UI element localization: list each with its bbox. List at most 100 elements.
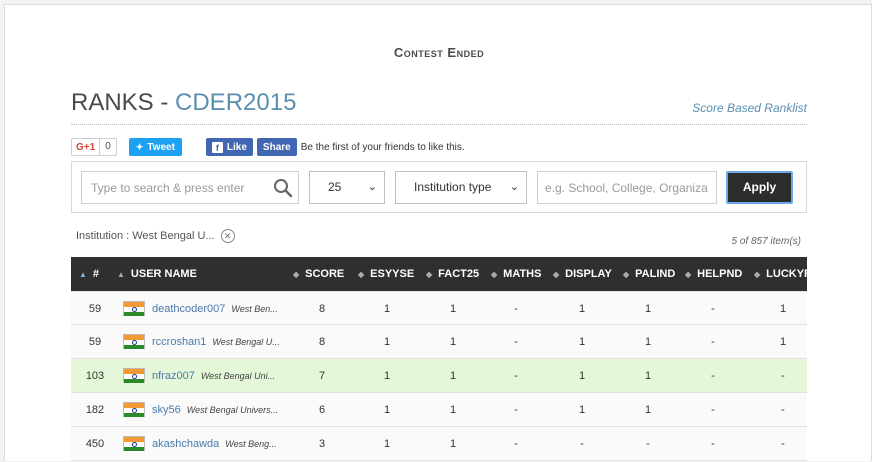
cell-fact25: 1 xyxy=(449,303,457,315)
title-row: RANKS - CDER2015 Score Based Ranklist xyxy=(71,89,807,125)
cell-fact25: 1 xyxy=(449,370,457,382)
cell-display: 1 xyxy=(578,336,586,348)
fb-share-label: Share xyxy=(262,141,291,153)
username-link[interactable]: deathcoder007 xyxy=(152,303,225,315)
user-cell: deathcoder007 West Ben... xyxy=(152,292,278,326)
cell-luckyr: - xyxy=(781,370,785,382)
sort-icon: ◆ xyxy=(754,270,761,279)
username-link[interactable]: sky56 xyxy=(152,404,181,416)
contest-code-link[interactable]: CDER2015 xyxy=(175,89,296,116)
remove-filter-icon[interactable]: ✕ xyxy=(220,229,235,243)
cell-luckyr: - xyxy=(781,404,785,416)
active-filter-label: Institution : West Bengal U... xyxy=(76,230,215,242)
cell-fact25: 1 xyxy=(449,404,457,416)
fb-like-label: Like xyxy=(226,141,247,153)
items-count: 5 of 857 item(s) xyxy=(731,236,801,247)
column-header-rank[interactable]: ▲ # xyxy=(79,257,99,291)
gplus-label: G+1 xyxy=(76,141,96,153)
chevron-down-icon: ⌄ xyxy=(367,181,377,193)
cell-score: 7 xyxy=(318,370,326,382)
sort-icon: ◆ xyxy=(358,270,365,279)
username-link[interactable]: nfraz007 xyxy=(152,370,195,382)
page-size-select[interactable]: 25 ⌄ xyxy=(309,171,385,204)
facebook-like-button[interactable]: f Like xyxy=(205,138,253,156)
cell-score: 8 xyxy=(318,303,326,315)
cell-display: 1 xyxy=(578,370,586,382)
gplus-button[interactable]: G+1 0 xyxy=(71,138,117,156)
institution-type-select[interactable]: Institution type ⌄ xyxy=(395,171,527,204)
india-flag-icon xyxy=(123,334,145,349)
cell-display: 1 xyxy=(578,404,586,416)
column-header-luckyr[interactable]: ◆LUCKYR xyxy=(754,257,807,291)
cell-rank: 450 xyxy=(85,438,105,450)
cell-luckyr: - xyxy=(781,438,785,450)
search-input[interactable] xyxy=(82,172,262,203)
sort-icon: ◆ xyxy=(426,270,433,279)
twitter-bird-icon: ✦ xyxy=(135,141,144,152)
user-institution: West Bengal Uni... xyxy=(200,371,276,381)
table-row: 59 8 1 1 - 1 1 - 1 rccroshan1 West Bengal U... xyxy=(71,325,807,359)
india-flag-icon xyxy=(123,301,145,316)
cell-esyyse: 1 xyxy=(383,370,391,382)
table-row: 59 8 1 1 - 1 1 - 1 deathcoder007 West Ben... xyxy=(71,291,807,325)
cell-fact25: 1 xyxy=(449,336,457,348)
user-cell: akashchawda West Beng... xyxy=(152,427,277,461)
user-institution: West Beng... xyxy=(225,439,277,449)
tweet-button[interactable]: ✦ Tweet xyxy=(128,138,182,156)
cell-esyyse: 1 xyxy=(383,438,391,450)
facebook-like-text: Be the first of your friends to like thi… xyxy=(300,141,465,153)
sort-icon: ◆ xyxy=(293,270,300,279)
cell-palind: - xyxy=(646,438,650,450)
column-header-username[interactable]: ▲︎ USER NAME xyxy=(117,257,197,291)
cell-rank: 59 xyxy=(88,303,102,315)
column-header-palind[interactable]: ◆ PALIND xyxy=(623,257,675,291)
institution-type-value: Institution type xyxy=(414,180,492,194)
score-based-ranklist-link[interactable]: Score Based Ranklist xyxy=(692,101,807,115)
user-cell: nfraz007 West Bengal Uni... xyxy=(152,359,275,393)
india-flag-icon xyxy=(123,368,145,383)
column-header-maths[interactable]: ◆ MATHS xyxy=(491,257,541,291)
cell-maths: - xyxy=(514,404,518,416)
table-row: 103 7 1 1 - 1 1 - - nfraz007 West Bengal Uni... xyxy=(71,359,807,393)
search-icon[interactable] xyxy=(273,178,293,198)
sort-asc-icon: ▲ xyxy=(79,270,87,279)
column-header-fact25[interactable]: ◆ FACT25 xyxy=(426,257,479,291)
title-prefix: RANKS - xyxy=(71,89,176,116)
cell-display: 1 xyxy=(578,303,586,315)
cell-helpnd: - xyxy=(711,404,715,416)
username-link[interactable]: rccroshan1 xyxy=(152,336,206,348)
cell-maths: - xyxy=(514,336,518,348)
user-cell: sky56 West Bengal Univers... xyxy=(152,393,278,427)
cell-score: 3 xyxy=(318,438,326,450)
cell-helpnd: - xyxy=(711,438,715,450)
cell-rank: 103 xyxy=(85,370,105,382)
cell-display: - xyxy=(580,438,584,450)
column-header-helpnd[interactable]: ◆ HELPND xyxy=(685,257,742,291)
user-institution: West Bengal Univers... xyxy=(186,405,279,415)
search-box xyxy=(81,171,299,204)
cell-luckyr: 1 xyxy=(779,303,787,315)
cell-esyyse: 1 xyxy=(383,404,391,416)
column-header-display[interactable]: ◆ DISPLAY xyxy=(553,257,612,291)
facebook-share-button[interactable]: Share xyxy=(256,138,297,156)
apply-button[interactable]: Apply xyxy=(726,171,793,204)
institution-box xyxy=(537,171,717,204)
cell-maths: - xyxy=(514,303,518,315)
tweet-label: Tweet xyxy=(147,141,175,153)
sort-icon: ◆ xyxy=(491,270,498,279)
cell-score: 6 xyxy=(318,404,326,416)
table-header: ▲ # ▲︎ USER NAME ◆ SCORE ◆ ESYYSE ◆ FACT25 ◆ M… xyxy=(71,257,807,291)
user-institution: West Ben... xyxy=(231,304,278,314)
cell-fact25: 1 xyxy=(449,438,457,450)
username-link[interactable]: akashchawda xyxy=(152,438,219,450)
column-header-score[interactable]: ◆ SCORE xyxy=(293,257,344,291)
cell-palind: 1 xyxy=(644,303,652,315)
sort-icon: ◆ xyxy=(623,270,630,279)
india-flag-icon xyxy=(123,402,145,417)
gplus-count: 0 xyxy=(99,139,116,155)
ranks-table: ▲ # ▲︎ USER NAME ◆ SCORE ◆ ESYYSE ◆ FACT25 ◆ M… xyxy=(71,257,807,462)
column-header-esyyse[interactable]: ◆ ESYYSE xyxy=(358,257,414,291)
social-bar: G+1 0 ✦ Tweet f Like Share Be the first … xyxy=(71,138,465,156)
cell-helpnd: - xyxy=(711,336,715,348)
institution-input[interactable] xyxy=(538,172,714,203)
